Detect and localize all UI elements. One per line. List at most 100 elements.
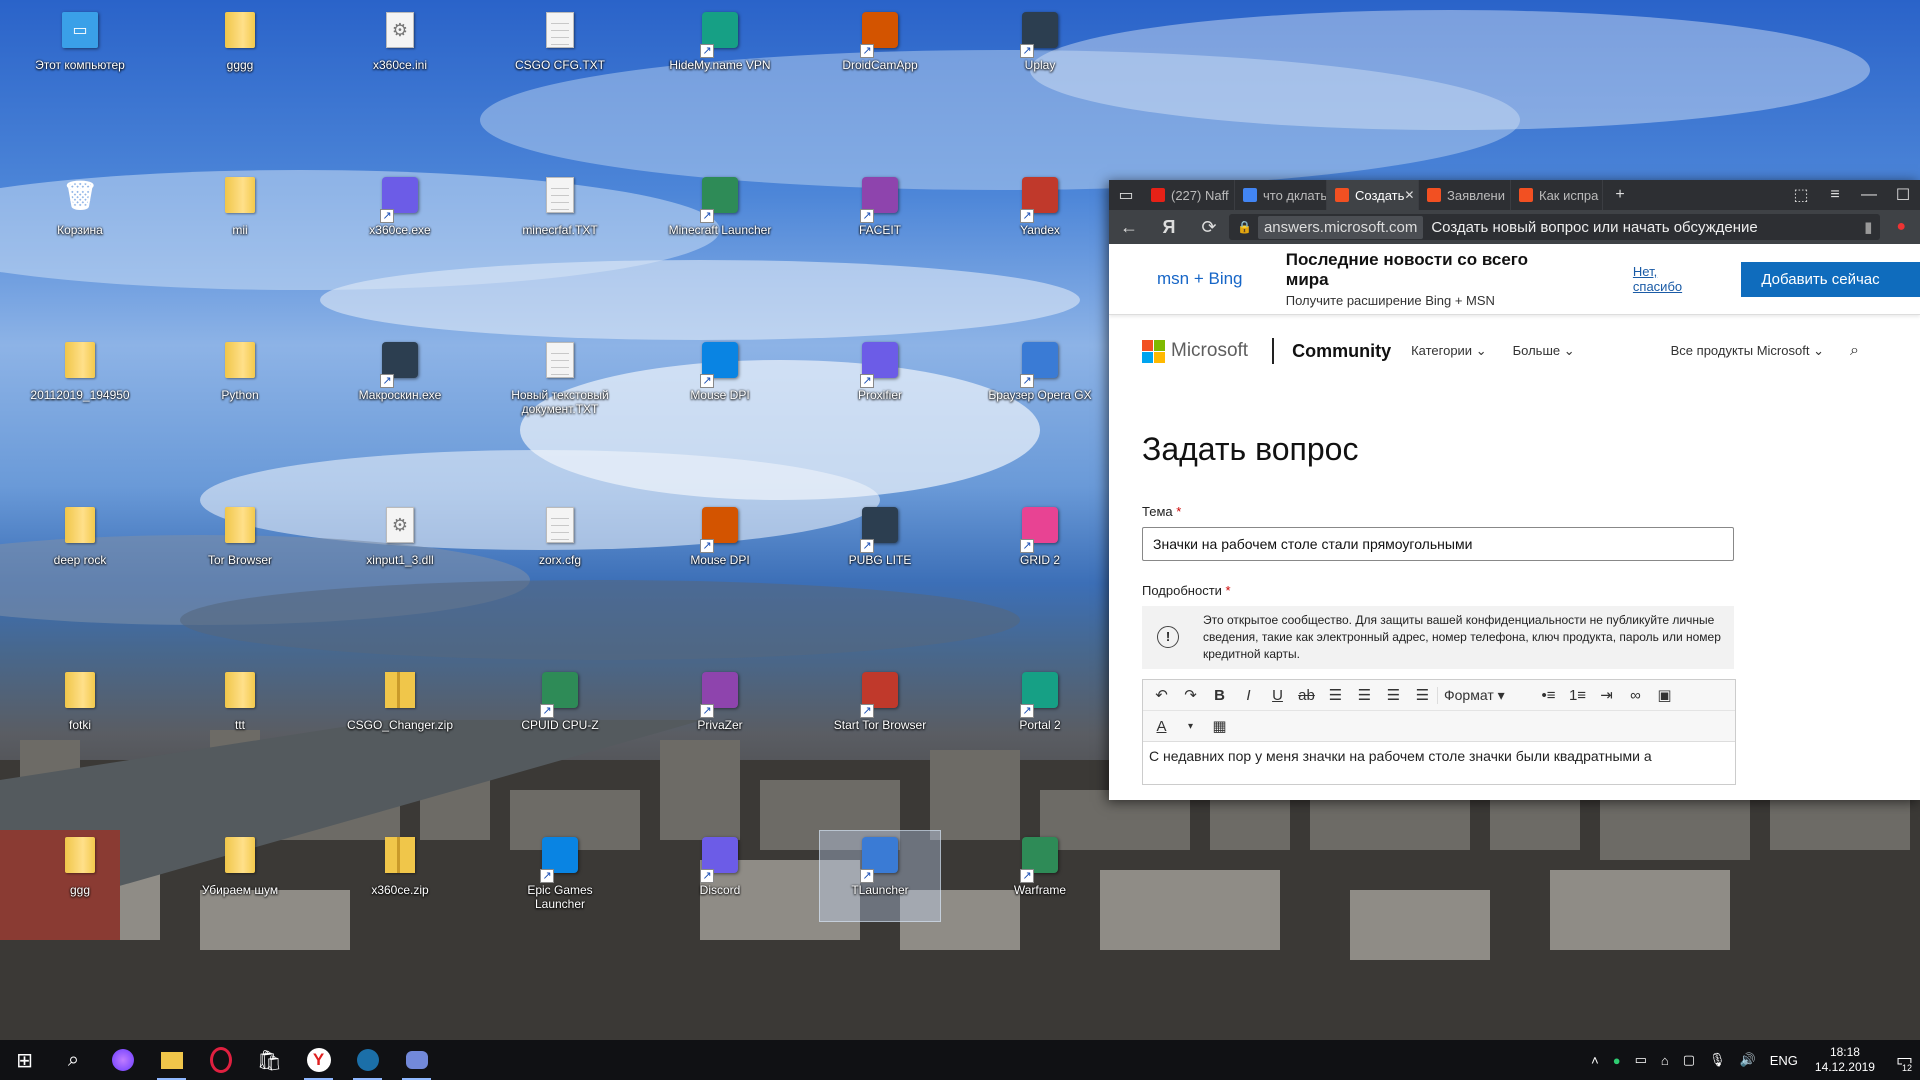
status-dot-icon[interactable]: ● — [1613, 1053, 1621, 1068]
desktop-icon[interactable]: gggg — [180, 6, 300, 96]
all-products-menu[interactable]: Все продукты Microsoft ⌄ — [1671, 343, 1824, 359]
undo-icon[interactable]: ↶ — [1147, 686, 1176, 704]
indent-icon[interactable]: ⇥ — [1592, 686, 1621, 704]
browser-tab[interactable]: Создать ✕ — [1327, 180, 1419, 210]
adblock-icon[interactable]: ● — [1896, 218, 1906, 236]
desktop-icon[interactable]: ⚙ xinput1_3.dll — [340, 501, 460, 591]
menu-icon[interactable]: ≡ — [1818, 180, 1852, 210]
desktop-icon[interactable]: x360ce.zip — [340, 831, 460, 921]
align-left-icon[interactable]: ☰ — [1321, 686, 1350, 704]
desktop-icon[interactable]: Discord — [660, 831, 780, 921]
desktop-icon[interactable]: deep rock — [20, 501, 140, 591]
back-button[interactable]: ← — [1109, 217, 1149, 238]
browser-tab[interactable]: Заявлени — [1419, 180, 1511, 210]
desktop-icon[interactable]: Mouse DPI — [660, 501, 780, 591]
sidebar-toggle-icon[interactable]: ▭ — [1109, 180, 1143, 210]
desktop-icon[interactable]: ggg — [20, 831, 140, 921]
justify-icon[interactable]: ☰ — [1408, 686, 1437, 704]
numbered-list-icon[interactable]: 1≡ — [1563, 687, 1592, 704]
desktop-icon[interactable]: Portal 2 — [980, 666, 1100, 756]
notifications-icon[interactable]: ▭ 12 — [1896, 1050, 1913, 1073]
network-icon[interactable]: ⌂ — [1661, 1053, 1669, 1068]
desktop-icon[interactable]: Убираем шум — [180, 831, 300, 921]
bold-icon[interactable]: B — [1205, 687, 1234, 704]
close-tab-icon[interactable]: ✕ — [1404, 188, 1414, 202]
desktop-icon[interactable]: Uplay — [980, 6, 1100, 96]
start-button[interactable]: ⊞ — [0, 1040, 49, 1080]
search-icon[interactable]: ⌕ — [1850, 342, 1859, 360]
desktop-icon[interactable]: Warframe — [980, 831, 1100, 921]
desktop-icon[interactable]: Minecraft Launcher — [660, 171, 780, 261]
browser-tab[interactable]: что дклать — [1235, 180, 1327, 210]
microsoft-wordmark[interactable]: Microsoft — [1171, 340, 1248, 362]
desktop-icon[interactable]: Proxifier — [820, 336, 940, 426]
desktop-icon[interactable]: DroidCamApp — [820, 6, 940, 96]
bookmark-icon[interactable]: ▮ — [1864, 218, 1872, 236]
desktop-icon[interactable]: CSGO_Changer.zip — [340, 666, 460, 756]
subject-input[interactable]: Значки на рабочем столе стали прямоуголь… — [1142, 527, 1734, 561]
browser-tab[interactable]: (227) Naff — [1143, 180, 1235, 210]
desktop-icon[interactable]: x360ce.exe — [340, 171, 460, 261]
align-right-icon[interactable]: ☰ — [1379, 686, 1408, 704]
desktop-icon[interactable]: ▭ Этот компьютер — [20, 6, 140, 96]
italic-icon[interactable]: I — [1234, 687, 1263, 704]
browser-tab[interactable]: Как испра — [1511, 180, 1603, 210]
redo-icon[interactable]: ↷ — [1176, 686, 1205, 704]
minimize-button[interactable]: — — [1852, 180, 1886, 210]
desktop-icon[interactable]: GRID 2 — [980, 501, 1100, 591]
desktop-icon[interactable]: 🗑 Корзина — [20, 171, 140, 261]
steam-icon[interactable] — [343, 1040, 392, 1080]
desktop-icon[interactable]: Epic Games Launcher — [500, 831, 620, 921]
desktop-icon[interactable]: ttt — [180, 666, 300, 756]
desktop-icon[interactable]: PUBG LITE — [820, 501, 940, 591]
yandex-logo-icon[interactable]: Я — [1149, 217, 1189, 238]
yandex-browser-icon[interactable]: Y — [294, 1040, 343, 1080]
image-icon[interactable]: ▣ — [1650, 686, 1679, 704]
new-tab-button[interactable]: + — [1603, 180, 1637, 210]
address-bar[interactable]: 🔒 answers.microsoft.com Создать новый во… — [1229, 214, 1881, 240]
reload-button[interactable]: ⟳ — [1189, 217, 1229, 238]
desktop-icon[interactable]: Python — [180, 336, 300, 426]
desktop-icon[interactable]: CSGO CFG.TXT — [500, 6, 620, 96]
search-icon[interactable]: ⌕ — [49, 1040, 98, 1080]
store-icon[interactable]: 🛍 — [245, 1040, 294, 1080]
desktop-icon[interactable]: ⚙ x360ce.ini — [340, 6, 460, 96]
language-indicator[interactable]: ENG — [1770, 1053, 1798, 1068]
font-color-icon[interactable]: A — [1147, 718, 1176, 735]
desktop-icon[interactable]: Mouse DPI — [660, 336, 780, 426]
desktop-icon[interactable]: Yandex — [980, 171, 1100, 261]
alice-assistant-icon[interactable] — [98, 1040, 147, 1080]
no-thanks-link[interactable]: Нет, спасибо — [1633, 264, 1709, 294]
chevron-up-icon[interactable]: ˄ — [1591, 1053, 1599, 1068]
desktop-icon[interactable]: CPUID CPU-Z — [500, 666, 620, 756]
microsoft-logo-icon[interactable] — [1142, 339, 1165, 363]
menu-categories[interactable]: Категории ⌄ — [1411, 343, 1487, 359]
desktop-icon[interactable]: Браузер Opera GX — [980, 336, 1100, 426]
menu-more[interactable]: Больше ⌄ — [1513, 343, 1575, 359]
microphone-icon[interactable]: 🎙 — [1709, 1052, 1726, 1068]
file-explorer-icon[interactable] — [147, 1040, 196, 1080]
link-icon[interactable]: ∞ — [1621, 687, 1650, 704]
desktop-icon[interactable]: HideMy.name VPN — [660, 6, 780, 96]
desktop-icon[interactable]: minecrfaf.TXT — [500, 171, 620, 261]
community-link[interactable]: Community — [1292, 341, 1391, 362]
desktop-icon[interactable]: 20112019_194950 — [20, 336, 140, 426]
table-icon[interactable]: ▦ — [1205, 717, 1234, 735]
desktop-icon[interactable]: Новый текстовый документ.TXT — [500, 336, 620, 426]
desktop-icon[interactable]: TLauncher — [819, 830, 941, 922]
desktop-icon[interactable]: mii — [180, 171, 300, 261]
editor-body[interactable]: С недавних пор у меня значки на рабочем … — [1143, 741, 1735, 784]
desktop-icon[interactable]: Макроскин.exe — [340, 336, 460, 426]
font-color-dropdown-icon[interactable]: ▾ — [1176, 721, 1205, 732]
strikethrough-icon[interactable]: ab — [1292, 687, 1321, 704]
bookmarks-icon[interactable]: ⬚ — [1784, 180, 1818, 210]
desktop-icon[interactable]: Start Tor Browser — [820, 666, 940, 756]
add-now-button[interactable]: Добавить сейчас — [1741, 261, 1920, 297]
align-center-icon[interactable]: ☰ — [1350, 686, 1379, 704]
battery-icon[interactable]: ▭ — [1635, 1052, 1647, 1068]
maximize-button[interactable]: ☐ — [1886, 180, 1920, 210]
clock[interactable]: 18:18 14.12.2019 — [1815, 1045, 1875, 1075]
opera-gx-icon[interactable] — [196, 1040, 245, 1080]
underline-icon[interactable]: U — [1263, 687, 1292, 704]
format-dropdown[interactable]: Формат ▾ — [1437, 686, 1534, 704]
